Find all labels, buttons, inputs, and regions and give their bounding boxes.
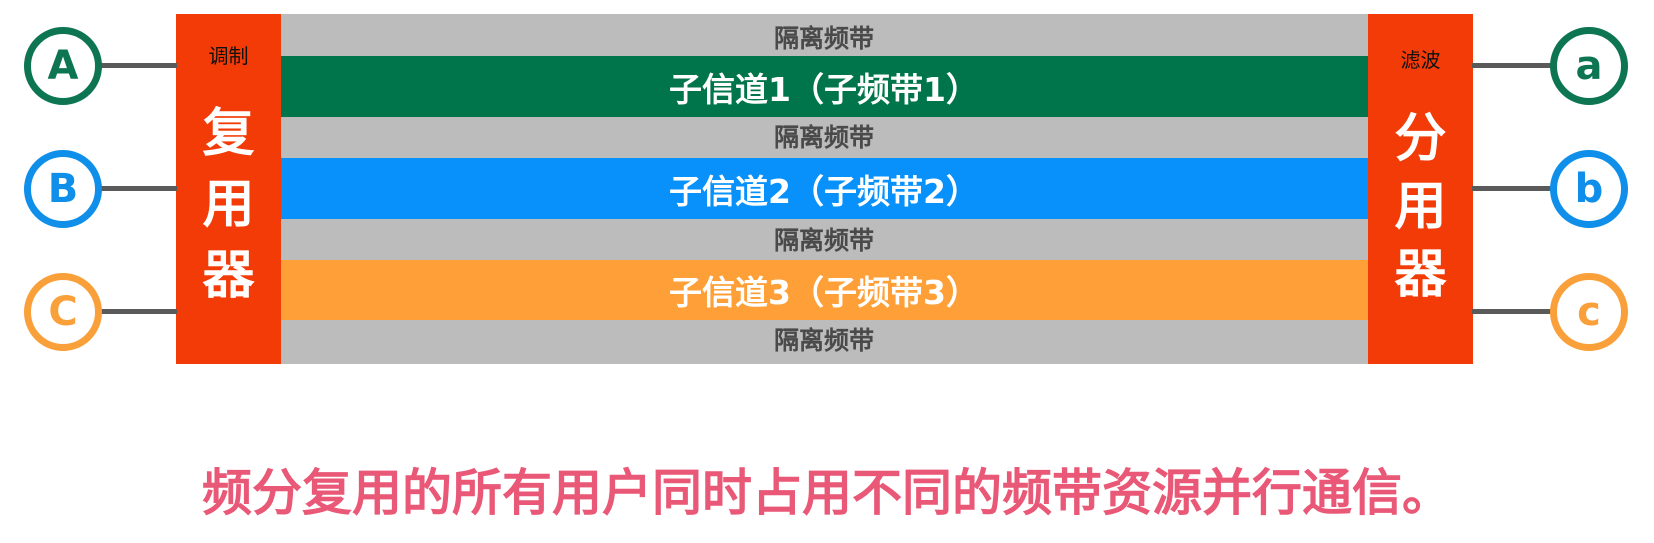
- multiplexer-char-3: 器: [202, 246, 255, 306]
- output-node-a-label: a: [1575, 43, 1603, 89]
- caption-subtitle: 频分复用的所有用户同时占用不同的频带资源并行通信。: [202, 464, 1452, 522]
- output-node-b: b: [1550, 150, 1628, 228]
- input-node-c-label: C: [48, 289, 78, 335]
- input-line-b: [100, 186, 177, 191]
- guard-band-label-2: 隔离频带: [773, 123, 874, 152]
- multiplexer-modulation-label: 调制: [208, 44, 249, 68]
- input-line-c: [100, 309, 177, 314]
- input-node-a: A: [24, 27, 102, 105]
- output-node-a: a: [1550, 27, 1628, 105]
- guard-band-label-4: 隔离频带: [773, 326, 874, 355]
- demultiplexer-char-1: 分: [1394, 109, 1447, 169]
- output-line-a: [1472, 63, 1554, 68]
- output-line-c: [1472, 309, 1554, 314]
- subchannel-label-3: 子信道3（子频带3）: [669, 273, 979, 312]
- demultiplexer-char-3: 器: [1394, 245, 1447, 305]
- guard-band-label-1: 隔离频带: [773, 24, 874, 53]
- demultiplexer-block: 滤波 分 用 器: [1368, 14, 1473, 364]
- multiplexer-char-2: 用: [202, 175, 255, 235]
- subchannel-label-1: 子信道1（子频带1）: [669, 69, 979, 109]
- input-node-a-label: A: [47, 43, 79, 89]
- input-node-b: B: [24, 150, 102, 228]
- output-node-b-label: b: [1574, 166, 1604, 212]
- output-node-c: c: [1550, 273, 1628, 351]
- input-node-c: C: [24, 273, 102, 351]
- subchannel-band-3: 子信道3（子频带3）: [280, 260, 1368, 320]
- guard-band-label-3: 隔离频带: [773, 226, 874, 255]
- multiplexer-block: 调制 复 用 器: [176, 14, 281, 364]
- multiplexer-char-1: 复: [202, 104, 255, 164]
- input-line-a: [100, 63, 177, 68]
- subchannel-label-2: 子信道2（子频带2）: [669, 171, 979, 211]
- output-line-b: [1472, 186, 1554, 191]
- subchannel-band-2: 子信道2（子频带2）: [280, 158, 1368, 219]
- demultiplexer-filter-label: 滤波: [1400, 48, 1441, 72]
- input-node-b-label: B: [47, 166, 79, 212]
- demultiplexer-char-2: 用: [1394, 177, 1447, 237]
- subchannel-band-1: 子信道1（子频带1）: [280, 56, 1368, 117]
- output-node-c-label: c: [1577, 289, 1601, 335]
